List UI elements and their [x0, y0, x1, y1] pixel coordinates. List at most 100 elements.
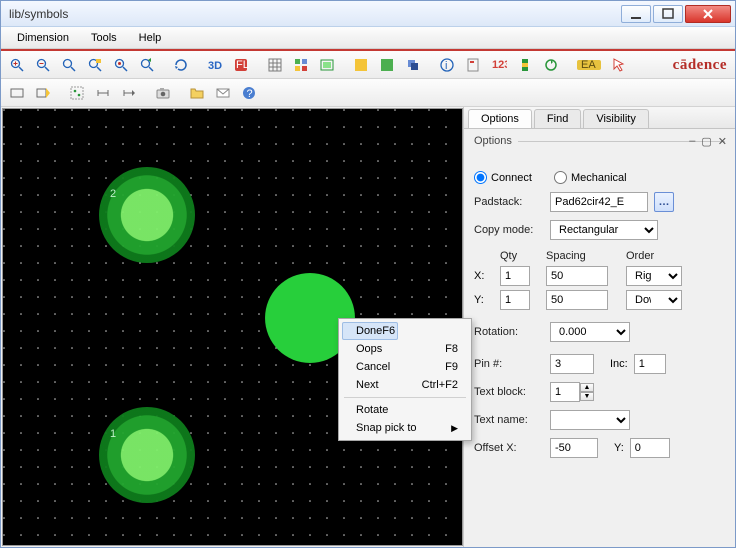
submenu-arrow-icon: ▶ [451, 423, 458, 434]
spacing-header: Spacing [546, 250, 618, 262]
panel-min-icon[interactable]: – [689, 135, 695, 148]
zoom-center-icon[interactable] [109, 53, 133, 77]
menu-help[interactable]: Help [129, 30, 172, 46]
pin-input[interactable] [550, 354, 594, 374]
textblock-input[interactable] [550, 382, 580, 402]
radio-connect[interactable]: Connect [474, 171, 532, 184]
ctx-cancel[interactable]: CancelF9 [342, 358, 468, 376]
offsety-input[interactable] [630, 438, 670, 458]
menu-dimension[interactable]: Dimension [7, 30, 79, 46]
shadow-icon[interactable] [401, 53, 425, 77]
ctx-oops[interactable]: OopsF8 [342, 340, 468, 358]
textblock-spin-down[interactable]: ▼ [580, 392, 594, 401]
textblock-label: Text block: [474, 386, 544, 398]
panel-close-icon[interactable]: ✕ [718, 135, 727, 148]
textblock-spin-up[interactable]: ▲ [580, 383, 594, 392]
svg-text:FLIP: FLIP [236, 59, 249, 71]
inc-label: Inc: [610, 358, 628, 370]
panel-header: Options [474, 135, 512, 147]
rect-assign-icon[interactable] [31, 81, 55, 105]
radio-mechanical-label: Mechanical [571, 172, 627, 184]
window-title: lib/symbols [5, 7, 619, 21]
maximize-button[interactable] [653, 5, 683, 23]
ctx-snap-pick-to[interactable]: Snap pick to▶ [342, 419, 468, 437]
pad-instance-1[interactable] [99, 407, 195, 503]
tab-visibility[interactable]: Visibility [583, 109, 649, 128]
pad-instance-2[interactable] [99, 167, 195, 263]
zoom-in-icon[interactable] [5, 53, 29, 77]
y-spacing-input[interactable] [546, 290, 608, 310]
side-panel: Options Find Visibility Options – ▢ ✕ Co… [463, 107, 735, 547]
x-spacing-input[interactable] [546, 266, 608, 286]
info-icon[interactable]: i [435, 53, 459, 77]
x-order-select[interactable]: Right [626, 266, 682, 286]
toolbar-main: 3D FLIP i 123 EA [1, 51, 735, 79]
svg-text:3D: 3D [208, 60, 222, 72]
constraints-icon[interactable]: 123 [487, 53, 511, 77]
radio-mechanical[interactable]: Mechanical [554, 171, 627, 184]
dim-point-icon[interactable] [117, 81, 141, 105]
pad-1-label: 1 [110, 428, 116, 440]
mail-icon[interactable] [211, 81, 235, 105]
appmode-icon[interactable]: EA [573, 53, 605, 77]
zoom-fit-icon[interactable] [57, 53, 81, 77]
folder-icon[interactable] [185, 81, 209, 105]
offsety-label: Y: [614, 442, 624, 454]
color-b-icon[interactable] [375, 53, 399, 77]
menubar: Dimension Tools Help cādence [1, 27, 735, 49]
brand-logo: cādence [673, 57, 727, 74]
help-icon[interactable]: ? [237, 81, 261, 105]
rotation-select[interactable]: 0.000 [550, 322, 630, 342]
x-qty-input[interactable] [500, 266, 530, 286]
visibility-icon[interactable] [315, 53, 339, 77]
menu-tools[interactable]: Tools [81, 30, 127, 46]
svg-text:EA: EA [581, 59, 596, 71]
rotation-label: Rotation: [474, 326, 544, 338]
ctx-rotate[interactable]: Rotate [342, 401, 468, 419]
x-row-label: X: [474, 270, 492, 282]
dim-horizontal-icon[interactable] [91, 81, 115, 105]
y-qty-input[interactable] [500, 290, 530, 310]
refresh-db-icon[interactable] [539, 53, 563, 77]
textname-select[interactable] [550, 410, 630, 430]
close-button[interactable] [685, 5, 731, 23]
rect-tool-icon[interactable] [5, 81, 29, 105]
layers-icon[interactable] [289, 53, 313, 77]
ctx-next[interactable]: NextCtrl+F2 [342, 376, 468, 394]
radio-connect-label: Connect [491, 172, 532, 184]
zoom-out-icon[interactable] [31, 53, 55, 77]
inc-input[interactable] [634, 354, 666, 374]
3d-view-icon[interactable]: 3D [203, 53, 227, 77]
select-pins-icon[interactable] [65, 81, 89, 105]
padstack-input[interactable] [550, 192, 648, 212]
xsection-icon[interactable] [513, 53, 537, 77]
context-menu: DoneF6 OopsF8 CancelF9 NextCtrl+F2 Rotat… [338, 318, 472, 441]
flip-icon[interactable]: FLIP [229, 53, 253, 77]
y-order-select[interactable]: Down [626, 290, 682, 310]
ctx-done[interactable]: DoneF6 [342, 322, 398, 340]
order-header: Order [626, 250, 686, 262]
svg-text:?: ? [247, 88, 253, 100]
cursor-icon[interactable] [607, 53, 631, 77]
color-a-icon[interactable] [349, 53, 373, 77]
qty-header: Qty [500, 250, 538, 262]
redraw-icon[interactable] [169, 53, 193, 77]
pin-label: Pin #: [474, 358, 544, 370]
y-row-label: Y: [474, 294, 492, 306]
padstack-browse-button[interactable]: … [654, 192, 674, 212]
svg-text:123: 123 [492, 59, 507, 71]
minimize-button[interactable] [621, 5, 651, 23]
side-tabs: Options Find Visibility [464, 107, 735, 129]
tab-options[interactable]: Options [468, 109, 532, 128]
zoom-previous-icon[interactable] [135, 53, 159, 77]
copymode-label: Copy mode: [474, 224, 544, 236]
grid-icon[interactable] [263, 53, 287, 77]
offsetx-input[interactable] [550, 438, 598, 458]
copymode-select[interactable]: Rectangular [550, 220, 658, 240]
tab-find[interactable]: Find [534, 109, 581, 128]
panel-float-icon[interactable]: ▢ [701, 135, 711, 148]
textname-label: Text name: [474, 414, 544, 426]
camera-icon[interactable] [151, 81, 175, 105]
report-icon[interactable] [461, 53, 485, 77]
zoom-window-icon[interactable] [83, 53, 107, 77]
